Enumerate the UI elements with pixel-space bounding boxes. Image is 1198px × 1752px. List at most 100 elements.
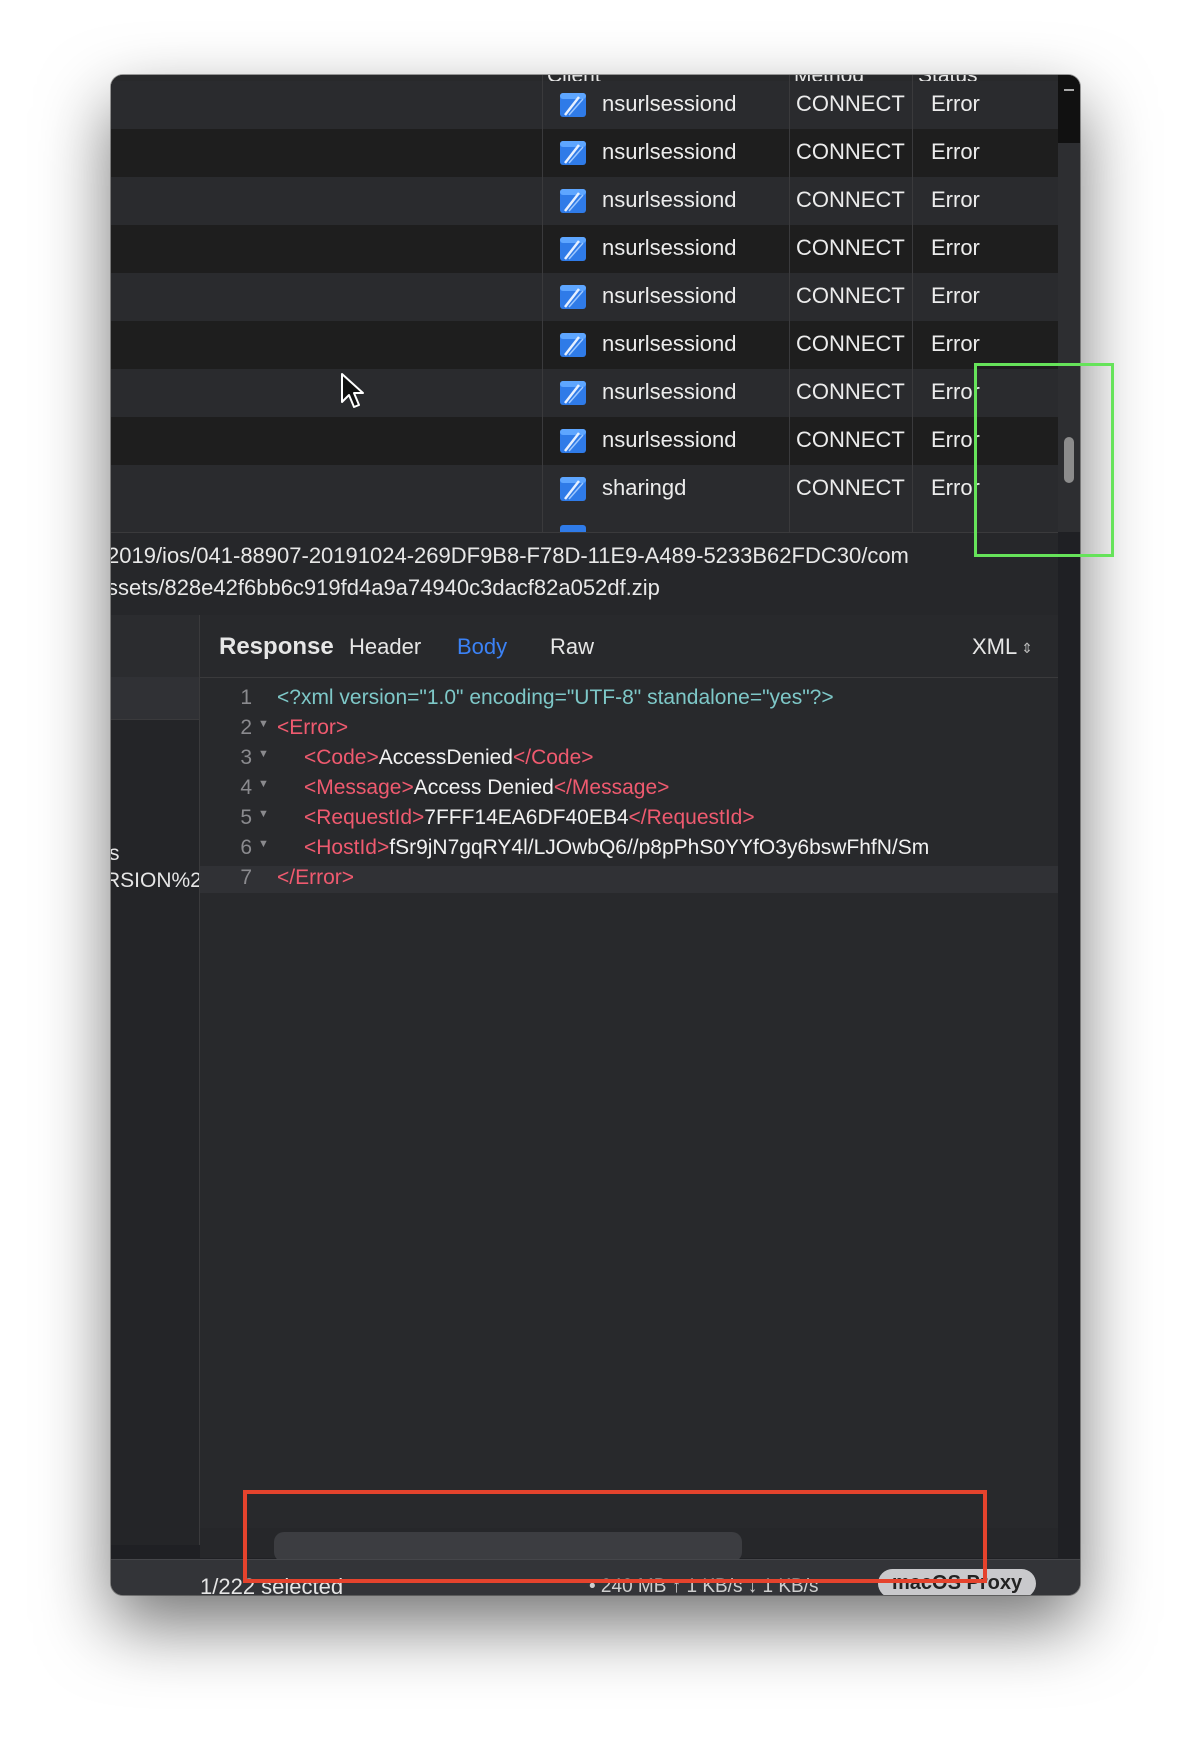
request-panel-row[interactable]	[111, 677, 199, 720]
table-row[interactable]: nsurlsessiond CONNECT Error	[111, 177, 1058, 225]
request-status: Error	[931, 235, 980, 260]
code-text: <?xml version="1.0" encoding="UTF-8" sta…	[277, 686, 834, 710]
format-select-label: XML	[972, 634, 1018, 659]
column-divider	[912, 75, 913, 532]
client-name: nsurlsessiond	[602, 187, 737, 212]
code-token: </Code>	[512, 746, 594, 769]
xcode-app-icon	[560, 333, 586, 357]
request-status: Error	[931, 283, 980, 308]
client-name: nsurlsessiond	[602, 139, 737, 164]
column-divider	[789, 75, 790, 532]
code-line: 6 ▼ <HostId>fSr9jN7gqRY4l/LJOwbQ6//p8pPhS0…	[200, 836, 1058, 863]
code-token: 7FFF14EA6DF40EB4	[424, 806, 629, 829]
request-table: Client Method Status nsurlsessiondCONNEC…	[111, 75, 1058, 532]
response-title: Response	[219, 633, 334, 660]
tab-body[interactable]: Body	[457, 634, 507, 660]
xcode-app-icon	[560, 141, 586, 165]
fold-triangle-icon[interactable]: ▼	[258, 808, 269, 820]
fold-triangle-icon[interactable]: ▼	[258, 778, 269, 790]
column-divider	[542, 75, 543, 532]
client-name: nsurlsessiond	[602, 379, 737, 404]
xcode-app-icon	[560, 189, 586, 213]
request-status: Error	[931, 91, 980, 116]
xcode-app-icon	[560, 381, 586, 405]
table-row[interactable]: nsurlsessiond CONNECT Error	[111, 129, 1058, 177]
line-number: 5	[240, 806, 252, 829]
request-status: Error	[931, 379, 980, 404]
code-token: </Error>	[277, 866, 355, 889]
table-row[interactable]: nsurlsessiond CONNECT Error	[111, 321, 1058, 369]
request-method: CONNECT	[796, 91, 905, 116]
xcode-app-icon	[560, 237, 586, 261]
table-row[interactable]: nsurlsessiond CONNECT Error	[111, 417, 1058, 465]
code-token: <Error>	[277, 716, 349, 739]
code-token: </RequestId>	[628, 806, 755, 829]
request-method: CONNECT	[796, 187, 905, 212]
request-panel-text: RSION%2	[111, 869, 200, 892]
code-text: <Message>Access Denied</Message>	[304, 776, 669, 800]
request-method: CONNECT	[796, 379, 905, 404]
code-line: 1 <?xml version="1.0" encoding="UTF-8" st…	[200, 686, 1058, 713]
tab-raw[interactable]: Raw	[550, 634, 594, 660]
xcode-app-icon	[560, 285, 586, 309]
client-name: nsurlsessiond	[602, 427, 737, 452]
request-url-line-2: ssets/828e42f6bb6c919fd4a9a74940c3dacf82…	[111, 575, 660, 600]
table-row[interactable]: nsurlsessiond CONNECT Error	[111, 369, 1058, 417]
table-row[interactable]: nsurlsessiond CONNECT Error	[111, 81, 1058, 129]
table-row[interactable]: nsurlsessiond CONNECT Error	[111, 273, 1058, 321]
request-status: Error	[931, 427, 980, 452]
line-number: 6	[240, 836, 252, 859]
format-select[interactable]: XML ⇕	[972, 634, 1033, 660]
code-line: 7 </Error>	[200, 866, 1058, 893]
request-method: CONNECT	[796, 427, 905, 452]
table-row[interactable]: nsurlsessiond CONNECT Error	[111, 225, 1058, 273]
tab-header[interactable]: Header	[349, 634, 421, 660]
request-method: CONNECT	[796, 235, 905, 260]
code-line: 4 ▼ <Message>Access Denied</Message>	[200, 776, 1058, 803]
request-url-line-1: 2019/ios/041-88907-20191024-269DF9B8-F78…	[111, 543, 909, 568]
line-number: 1	[240, 686, 252, 709]
fold-triangle-icon[interactable]: ▼	[258, 718, 269, 730]
code-token: Access Denied	[413, 776, 554, 799]
annotation-highlight-red	[243, 1490, 987, 1583]
code-text: <Error>	[277, 716, 348, 740]
client-name: sharingd	[602, 475, 687, 500]
mouse-cursor-icon	[341, 373, 364, 408]
line-number: 3	[240, 746, 252, 769]
chevron-updown-icon: ⇕	[1021, 640, 1033, 657]
code-token: AccessDenied	[378, 746, 513, 769]
code-line: 2 ▼ <Error>	[200, 716, 1058, 743]
line-number: 2	[240, 716, 252, 739]
xcode-app-icon	[560, 93, 586, 117]
code-token: <Code>	[304, 746, 379, 769]
line-number: 4	[240, 776, 252, 799]
app-window: Client Method Status nsurlsessiondCONNEC…	[111, 75, 1080, 1595]
request-panel-header	[111, 615, 199, 678]
code-token: <?xml version="1.0" encoding="UTF-8" sta…	[277, 686, 834, 709]
client-name: nsurlsessiond	[602, 91, 737, 116]
fold-triangle-icon[interactable]: ▼	[258, 748, 269, 760]
request-panel-text: s	[111, 842, 120, 866]
scrollbar-top-indicator	[1058, 75, 1080, 143]
code-token: <Message>	[304, 776, 414, 799]
table-row[interactable]: sharingd CONNECT Error	[111, 465, 1058, 513]
code-token: <RequestId>	[304, 806, 425, 829]
request-method: CONNECT	[796, 331, 905, 356]
request-url-area: 2019/ios/041-88907-20191024-269DF9B8-F78…	[111, 532, 1058, 616]
table-row-partial[interactable]	[111, 513, 1058, 532]
request-status: Error	[931, 331, 980, 356]
client-name: nsurlsessiond	[602, 283, 737, 308]
client-name: nsurlsessiond	[602, 235, 737, 260]
code-line: 5 ▼ <RequestId>7FFF14EA6DF40EB4</RequestId…	[200, 806, 1058, 833]
xcode-app-icon	[560, 429, 586, 453]
response-tab-bar: Response Header Body Raw XML ⇕	[200, 615, 1058, 678]
fold-triangle-icon[interactable]: ▼	[258, 838, 269, 850]
code-token: <HostId>	[304, 836, 390, 859]
xcode-app-icon	[560, 525, 586, 532]
code-text: <HostId>fSr9jN7gqRY4l/LJOwbQ6//p8pPhS0YY…	[304, 836, 929, 860]
code-text: <RequestId>7FFF14EA6DF40EB4</RequestId>	[304, 806, 755, 830]
annotation-highlight-green	[974, 363, 1114, 557]
code-token: </Message>	[553, 776, 670, 799]
request-panel: s RSION%2	[111, 615, 200, 1545]
response-body-viewer[interactable]: 1 <?xml version="1.0" encoding="UTF-8" st…	[200, 678, 1058, 1528]
